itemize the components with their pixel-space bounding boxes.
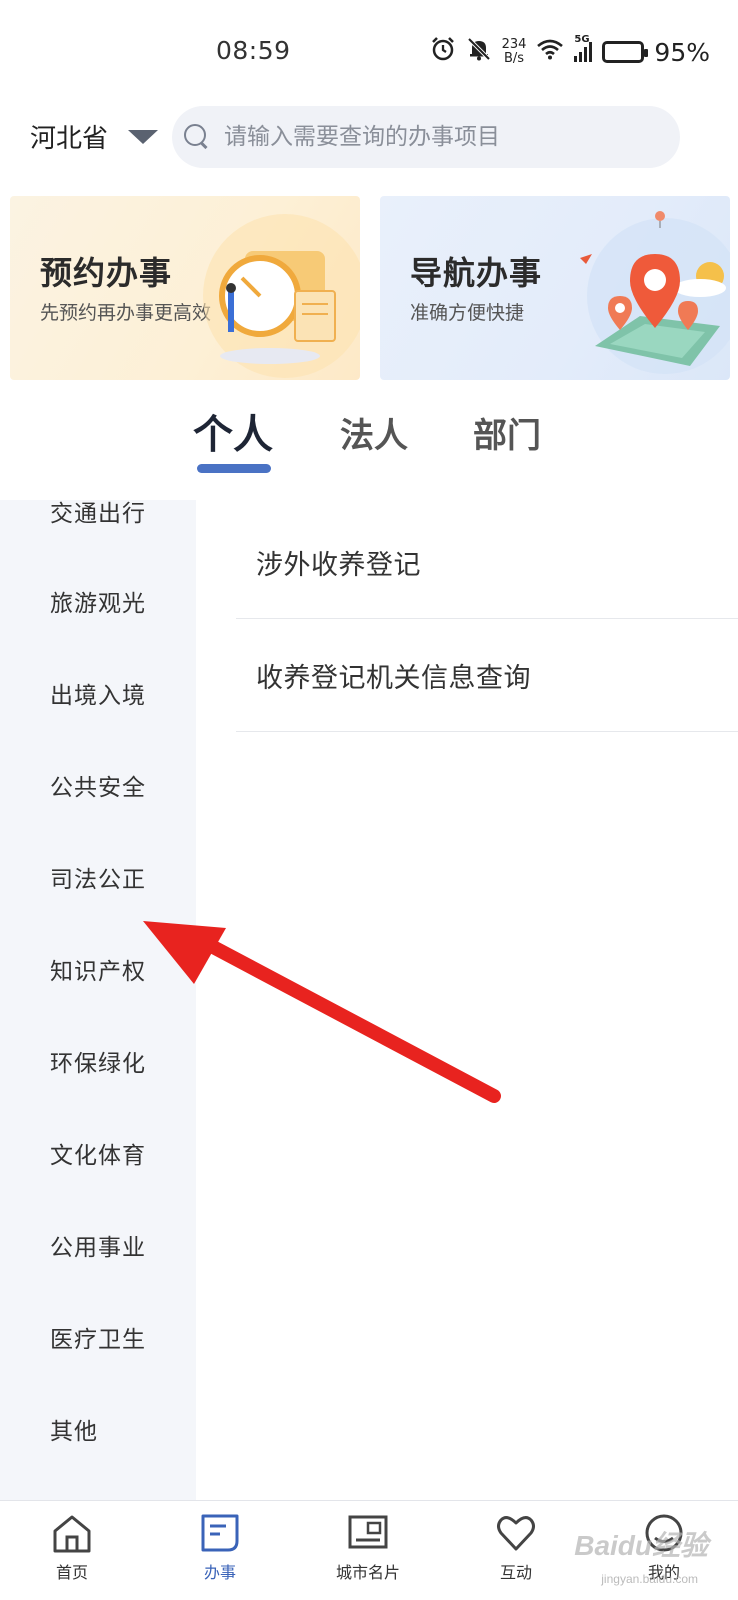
- battery-icon: [602, 41, 649, 63]
- tab-bar: 个人 法人 部门: [0, 408, 738, 478]
- category-item-other[interactable]: 其他: [50, 1412, 98, 1446]
- banner-subtitle: 先预约再办事更高效: [40, 302, 212, 324]
- status-icons: 234 B/s 5G 95%: [430, 34, 710, 68]
- province-label: 河北省: [30, 124, 109, 154]
- navigation-banner[interactable]: 导航办事 准确方便快捷: [380, 196, 730, 380]
- category-item-tourism[interactable]: 旅游观光: [50, 584, 146, 618]
- category-item-culture-sports[interactable]: 文化体育: [50, 1136, 146, 1170]
- banner-title: 导航办事: [410, 254, 543, 292]
- province-selector[interactable]: 河北省: [30, 118, 159, 155]
- nav-label: 城市名片: [335, 1563, 400, 1582]
- nav-label: 首页: [55, 1563, 88, 1582]
- nav-services[interactable]: 办事: [160, 1511, 280, 1583]
- category-item-healthcare[interactable]: 医疗卫生: [50, 1320, 146, 1354]
- search-bar[interactable]: [172, 106, 680, 168]
- mute-bell-icon: [466, 36, 492, 68]
- list-item[interactable]: 涉外收养登记: [236, 506, 738, 619]
- tab-personal[interactable]: 个人: [193, 402, 273, 460]
- watermark-url: jingyan.baidu.com: [601, 1572, 698, 1586]
- nav-label: 办事: [203, 1563, 236, 1582]
- nav-interaction[interactable]: 互动: [456, 1511, 576, 1583]
- network-type: 5G: [574, 34, 590, 45]
- category-item-judicial[interactable]: 司法公正: [50, 860, 146, 894]
- category-item-public-safety[interactable]: 公共安全: [50, 768, 146, 802]
- category-item-public-utilities[interactable]: 公用事业: [50, 1228, 146, 1262]
- appointment-banner[interactable]: 预约办事 先预约再办事更高效: [10, 196, 360, 380]
- gauge-illustration-icon: [203, 214, 360, 378]
- category-item-intellectual-property[interactable]: 知识产权: [50, 952, 146, 986]
- battery-percent: 95%: [654, 37, 710, 67]
- search-icon: [182, 122, 212, 152]
- alarm-icon: [430, 36, 456, 68]
- nav-home[interactable]: 首页: [12, 1511, 132, 1583]
- city-card-icon: [348, 1515, 388, 1549]
- caret-down-icon: [128, 129, 159, 144]
- category-item-transport[interactable]: 交通出行: [50, 500, 146, 528]
- signal-5g-icon: 5G: [574, 34, 593, 62]
- search-input[interactable]: [224, 124, 644, 150]
- service-item-list: 涉外收养登记 收养登记机关信息查询: [236, 506, 738, 732]
- network-speed: 234 B/s: [502, 38, 527, 66]
- network-speed-value: 234: [501, 37, 527, 52]
- active-tab-indicator: [197, 464, 271, 473]
- tab-department[interactable]: 部门: [473, 408, 541, 457]
- wifi-icon: [536, 37, 564, 67]
- tab-legal-entity[interactable]: 法人: [340, 408, 408, 457]
- map-pin-illustration-icon: [580, 211, 730, 374]
- category-item-immigration[interactable]: 出境入境: [50, 676, 146, 710]
- list-item[interactable]: 收养登记机关信息查询: [236, 619, 738, 732]
- watermark-logo: Baidu经验: [574, 1530, 708, 1561]
- banner-subtitle: 准确方便快捷: [410, 302, 525, 324]
- category-item-environment[interactable]: 环保绿化: [50, 1044, 146, 1078]
- network-speed-unit: B/s: [503, 51, 525, 66]
- heart-icon: [497, 1516, 535, 1551]
- banner-title: 预约办事: [40, 254, 173, 292]
- status-time: 08:59: [216, 36, 291, 65]
- service-icon: [201, 1514, 239, 1552]
- category-sidebar[interactable]: 交通出行 旅游观光 出境入境 公共安全 司法公正 知识产权 环保绿化 文化体育 …: [0, 500, 196, 1500]
- home-icon: [53, 1515, 91, 1553]
- status-bar: 08:59 234 B/s 5G 95%: [0, 0, 738, 100]
- nav-label: 互动: [499, 1563, 532, 1582]
- nav-city-card[interactable]: 城市名片: [308, 1511, 428, 1583]
